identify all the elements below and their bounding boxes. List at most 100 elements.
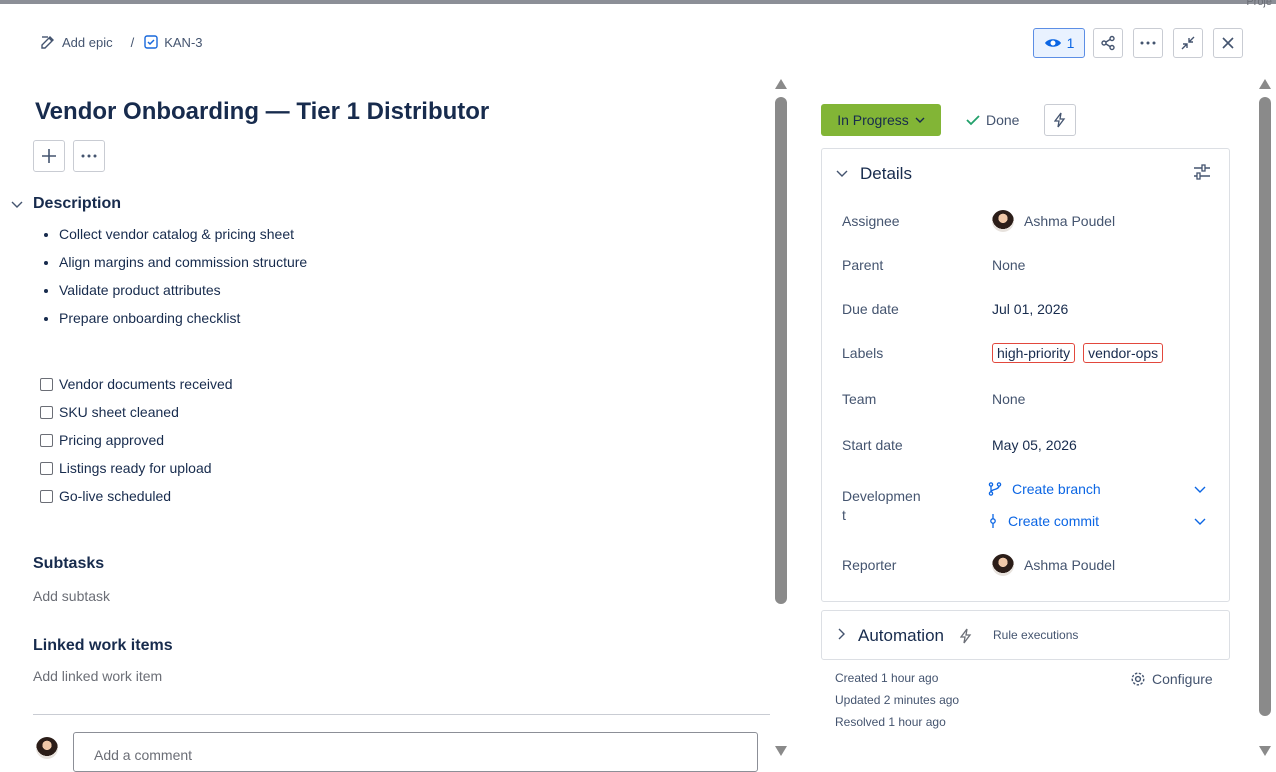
checklist-item[interactable]: SKU sheet cleaned [40,398,233,426]
due-date-value[interactable]: Jul 01, 2026 [992,301,1068,317]
done-button[interactable]: Done [966,112,1019,128]
label-tag[interactable]: vendor-ops [1083,343,1164,363]
checkbox[interactable] [40,489,53,503]
checklist-label: Pricing approved [59,432,165,448]
team-value[interactable]: None [992,391,1025,407]
add-button[interactable] [33,140,65,172]
created-timestamp: Created 1 hour ago [835,671,939,685]
add-epic-link[interactable]: Add epic [40,34,113,50]
checkbox[interactable] [40,377,53,391]
minimize-button[interactable] [1173,28,1203,58]
checklist-label: Vendor documents received [59,376,233,392]
configure-button[interactable]: Configure [1130,671,1213,687]
checklist-label: Go-live scheduled [59,488,172,504]
list-item: Align margins and commission structure [59,254,307,282]
lightning-icon [960,628,972,644]
watch-button[interactable]: 1 [1033,28,1085,58]
comment-input[interactable]: Add a comment [73,732,758,772]
configure-label: Configure [1152,671,1213,687]
status-label: In Progress [837,112,909,128]
create-commit-link[interactable]: Create commit [988,513,1099,529]
avatar [992,554,1014,576]
divider [33,714,770,715]
reporter-value: Ashma Poudel [1024,557,1116,573]
more-actions-button[interactable] [1133,28,1163,58]
scroll-down-arrow[interactable] [1259,746,1271,756]
configure-fields-icon[interactable] [1193,164,1211,180]
checklist-item[interactable]: Pricing approved [40,426,233,454]
plus-icon [42,149,56,163]
checklist-item[interactable]: Listings ready for upload [40,454,233,482]
add-epic-label: Add epic [62,34,113,50]
subtasks-heading: Subtasks [33,555,105,572]
development-label-line: Developmen [842,488,921,504]
commit-icon [990,514,996,528]
parent-label: Parent [842,257,884,273]
checklist-label: SKU sheet cleaned [59,404,179,420]
description-heading: Description [33,195,122,212]
list-item: Prepare onboarding checklist [59,310,307,338]
create-commit-label: Create commit [1008,513,1100,529]
chevron-down-icon[interactable] [1194,518,1206,526]
reporter-label: Reporter [842,557,897,573]
issue-title[interactable]: Vendor Onboarding — Tier 1 Distributor [35,98,489,126]
development-label-line: t [842,507,846,523]
list-item: Collect vendor catalog & pricing sheet [59,226,307,254]
start-date-label: Start date [842,437,903,453]
top-progress-line [0,0,1276,4]
checklist: Vendor documents received SKU sheet clea… [40,370,233,510]
checklist-item[interactable]: Go-live scheduled [40,482,233,510]
avatar [36,737,58,759]
task-checkbox-icon [144,35,158,49]
chevron-down-icon[interactable] [11,200,23,210]
labels-field[interactable]: high-priority vendor-ops [992,343,1164,363]
checkbox[interactable] [40,405,53,419]
reporter-field[interactable]: Ashma Poudel [992,554,1115,576]
issue-key-label: KAN-3 [164,34,203,50]
details-header[interactable]: Details [836,164,912,184]
watch-count: 1 [1066,35,1075,51]
share-button[interactable] [1093,28,1123,58]
start-date-value[interactable]: May 05, 2026 [992,437,1077,453]
create-branch-link[interactable]: Create branch [988,481,1101,497]
add-subtask-link[interactable]: Add subtask [33,588,110,604]
scrollbar-thumb[interactable] [1259,97,1271,716]
parent-value[interactable]: None [992,257,1025,273]
scrollbar-thumb[interactable] [775,97,787,604]
description-bullets: Collect vendor catalog & pricing sheet A… [24,226,307,338]
chevron-right-icon [838,628,845,640]
branch-icon [988,482,1002,496]
status-dropdown[interactable]: In Progress [821,104,941,136]
assignee-field[interactable]: Ashma Poudel [992,210,1115,232]
gear-icon [1131,672,1145,686]
automation-panel[interactable]: Automation Rule executions [821,610,1230,660]
scroll-down-arrow[interactable] [775,746,787,756]
due-date-label: Due date [842,301,899,317]
scroll-up-arrow[interactable] [1259,79,1271,89]
updated-timestamp: Updated 2 minutes ago [835,693,960,707]
chevron-down-icon [915,117,925,123]
issue-more-button[interactable] [73,140,105,172]
checklist-item[interactable]: Vendor documents received [40,370,233,398]
breadcrumb-separator: / [130,34,135,50]
checkbox[interactable] [40,433,53,447]
share-icon [1101,35,1115,51]
chevron-down-icon[interactable] [1194,486,1206,494]
automation-heading: Automation [858,626,944,645]
label-tag[interactable]: high-priority [992,343,1076,363]
rule-executions-label: Rule executions [993,628,1079,642]
linked-items-heading: Linked work items [33,637,173,654]
edit-icon [41,36,54,49]
add-linked-item-link[interactable]: Add linked work item [33,668,162,684]
actions-button[interactable] [1044,104,1076,136]
checkbox[interactable] [40,461,53,475]
labels-label: Labels [842,345,884,361]
list-item: Validate product attributes [59,282,307,310]
create-branch-label: Create branch [1012,481,1101,497]
scroll-up-arrow[interactable] [775,79,787,89]
close-icon [1222,37,1234,49]
avatar [992,210,1014,232]
close-button[interactable] [1213,28,1243,58]
collapse-icon [1181,36,1195,50]
issue-key-link[interactable]: KAN-3 [144,34,203,50]
